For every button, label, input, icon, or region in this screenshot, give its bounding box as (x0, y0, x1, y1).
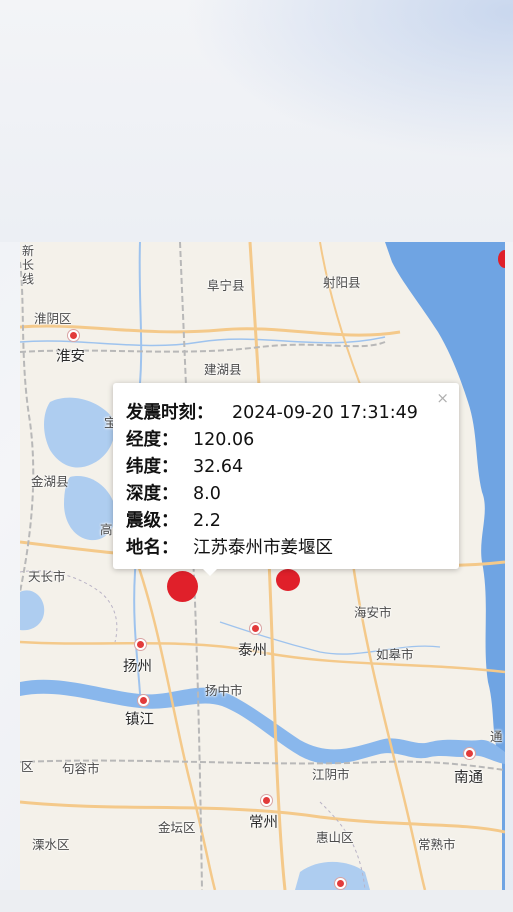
city-dot-nantong[interactable] (464, 748, 475, 759)
row-depth: 深度： 8.0 (126, 480, 221, 505)
row-time: 发震时刻： 2024-09-20 17:31:49 (126, 399, 418, 424)
label-tong: 通 (490, 729, 503, 744)
value-longitude: 120.06 (193, 430, 255, 450)
label-changzhou: 常州 (249, 815, 278, 831)
earthquake-marker-selected[interactable] (276, 569, 300, 591)
popup-pointer (203, 569, 217, 576)
label-xinchang-line: 新长线 (22, 244, 35, 286)
row-longitude: 经度： 120.06 (126, 426, 254, 451)
earthquake-marker-edge[interactable] (498, 250, 505, 268)
label-lishui: 溧水区 (32, 837, 70, 852)
label-taizhou: 泰州 (238, 643, 267, 659)
background-top (0, 0, 513, 242)
label-nantong: 南通 (454, 770, 483, 786)
label-rugao: 如皋市 (376, 647, 414, 662)
label-magnitude: 震级： (126, 511, 179, 531)
value-time: 2024-09-20 17:31:49 (232, 403, 418, 423)
label-huaian: 淮安 (56, 349, 85, 365)
label-gao: 高 (100, 522, 113, 537)
row-location: 地名： 江苏泰州市姜堰区 (126, 534, 333, 559)
label-jiangyin: 江阴市 (312, 767, 350, 782)
city-dot-zhenjiang[interactable] (138, 695, 149, 706)
lake-southwest (20, 590, 45, 631)
label-huaiyin: 淮阴区 (34, 311, 72, 326)
label-location: 地名： (126, 538, 179, 558)
label-tianchang: 天长市 (28, 569, 66, 584)
yangtze-river (20, 679, 505, 764)
value-latitude: 32.64 (193, 457, 244, 477)
close-icon[interactable]: × (436, 389, 449, 407)
label-jurong: 句容市 (62, 761, 100, 776)
label-depth: 深度： (126, 484, 179, 504)
label-latitude: 纬度： (126, 457, 179, 477)
value-magnitude: 2.2 (193, 511, 221, 531)
city-dot-taizhou[interactable] (250, 623, 261, 634)
lake-taihu (295, 861, 370, 890)
city-dot-yangzhou[interactable] (135, 639, 146, 650)
earthquake-marker[interactable] (167, 571, 198, 602)
background-bottom (0, 890, 513, 912)
value-depth: 8.0 (193, 484, 221, 504)
label-jinhu: 金湖县 (31, 474, 69, 489)
label-zhenjiang: 镇江 (125, 712, 154, 728)
earthquake-info-popup: × 发震时刻： 2024-09-20 17:31:49 经度： 120.06 纬度：… (113, 383, 459, 569)
label-funing: 阜宁县 (207, 278, 245, 293)
label-jianhu: 建湖县 (204, 362, 242, 377)
label-longitude: 经度： (126, 430, 179, 450)
city-dot-changzhou[interactable] (261, 795, 272, 806)
label-changshu: 常熟市 (418, 837, 456, 852)
label-huishan: 惠山区 (316, 830, 354, 845)
lake-west (44, 397, 115, 468)
label-yangzhong: 扬中市 (205, 683, 243, 698)
row-magnitude: 震级： 2.2 (126, 507, 221, 532)
label-haian: 海安市 (354, 605, 392, 620)
road-7 (348, 541, 427, 890)
label-qu: 区 (21, 759, 34, 774)
city-dot-wuxi[interactable] (335, 878, 346, 889)
value-location: 江苏泰州市姜堰区 (193, 538, 333, 558)
label-yangzhou: 扬州 (123, 659, 152, 675)
row-latitude: 纬度： 32.64 (126, 453, 243, 478)
label-time: 发震时刻： (126, 403, 214, 423)
label-jintan: 金坛区 (158, 820, 196, 835)
label-sheyang: 射阳县 (323, 275, 361, 290)
city-dot-huaian[interactable] (68, 330, 79, 341)
